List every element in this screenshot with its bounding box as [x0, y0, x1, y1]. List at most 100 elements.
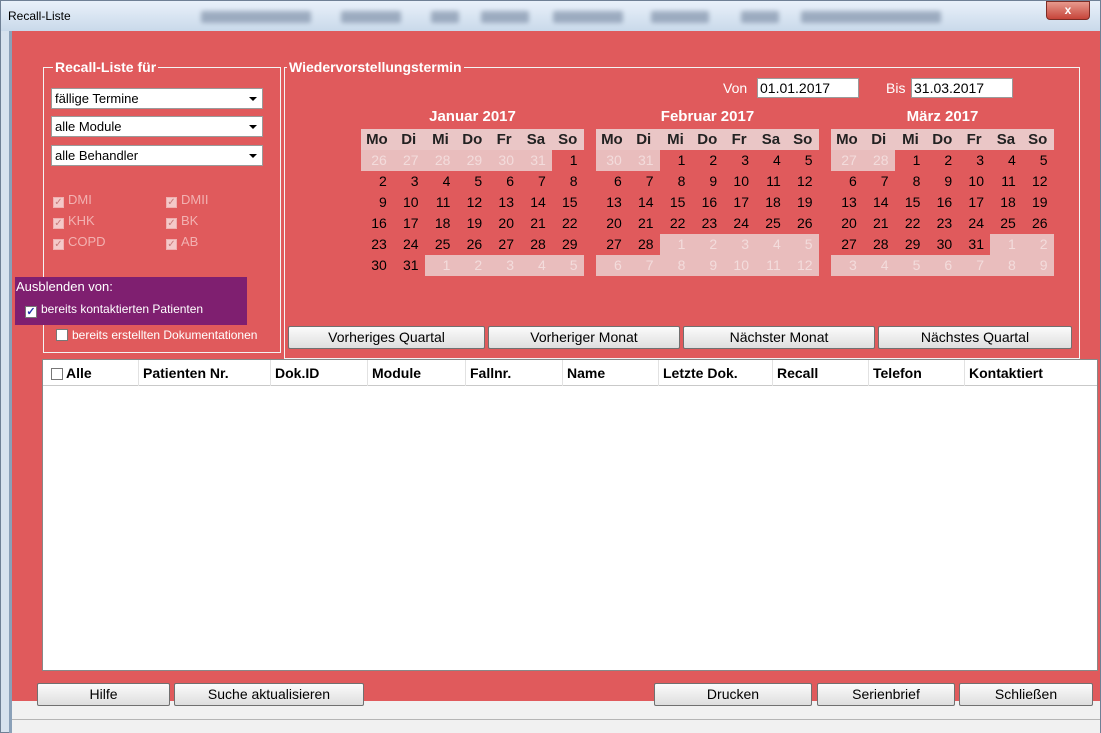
calendar-day[interactable]: 29 [895, 234, 927, 255]
calendar-day[interactable]: 27 [488, 234, 520, 255]
calendar-day-other-month[interactable]: 6 [596, 255, 628, 276]
calendar-day-other-month[interactable]: 28 [862, 150, 895, 171]
calendar-day[interactable]: 13 [488, 192, 520, 213]
calendar-day[interactable]: 14 [863, 192, 895, 213]
calendar-day[interactable]: 9 [691, 171, 723, 192]
hide-documented-checkbox[interactable]: bereits erstellten Dokumentationen [56, 327, 257, 343]
calendar-day[interactable]: 11 [990, 171, 1022, 192]
calendar-day[interactable]: 23 [691, 213, 723, 234]
calendar-day[interactable]: 25 [425, 234, 457, 255]
calendar-day[interactable]: 21 [520, 213, 552, 234]
calendar-day[interactable]: 28 [520, 234, 552, 255]
calendar-day-other-month[interactable]: 1 [659, 234, 692, 255]
calendar-day[interactable]: 7 [520, 171, 552, 192]
calendar-day[interactable]: 10 [723, 171, 755, 192]
calendar-day[interactable]: 19 [787, 192, 819, 213]
calendar-day[interactable]: 22 [552, 213, 584, 234]
calendar-day-other-month[interactable]: 28 [424, 150, 457, 171]
calendar-day-other-month[interactable]: 3 [831, 255, 863, 276]
calendar-day-other-month[interactable]: 9 [1021, 255, 1054, 276]
to-date-input[interactable]: 31.03.2017 [911, 78, 1013, 98]
calendar-day-other-month[interactable]: 11 [754, 255, 787, 276]
calendar-day-other-month[interactable]: 6 [926, 255, 959, 276]
calendar-day[interactable]: 13 [596, 192, 628, 213]
calendar-day[interactable]: 27 [596, 234, 628, 255]
calendar-day[interactable]: 2 [926, 150, 958, 171]
calendar-day[interactable]: 4 [425, 171, 457, 192]
calendar-day-other-month[interactable]: 5 [551, 255, 584, 276]
calendar-day[interactable]: 24 [958, 213, 990, 234]
calendar-day[interactable]: 24 [723, 213, 755, 234]
calendar-day-other-month[interactable]: 5 [894, 255, 927, 276]
module-checkbox-ab[interactable]: ✓ AB [166, 234, 198, 250]
module-checkbox-dmii[interactable]: ✓ DMII [166, 192, 208, 208]
calendar-day[interactable]: 1 [895, 150, 927, 171]
calendar-day[interactable]: 16 [926, 192, 958, 213]
calendar-day-other-month[interactable]: 27 [392, 150, 425, 171]
hide-contacted-checkbox[interactable]: ✓ bereits kontaktierten Patienten [25, 301, 203, 318]
calendar-day-other-month[interactable]: 26 [361, 150, 393, 171]
module-checkbox-dmi[interactable]: ✓ DMI [53, 192, 92, 208]
module-checkbox-khk[interactable]: ✓ KHK [53, 213, 95, 229]
select-all-checkbox[interactable]: Alle [43, 360, 139, 386]
calendar-day[interactable]: 27 [831, 234, 863, 255]
calendar-day[interactable]: 16 [691, 192, 723, 213]
calendar-day-other-month[interactable]: 4 [519, 255, 552, 276]
calendar-day[interactable]: 2 [691, 150, 723, 171]
calendar-day[interactable]: 3 [393, 171, 425, 192]
calendar-day[interactable]: 26 [1022, 213, 1054, 234]
calendar-day[interactable]: 26 [456, 234, 488, 255]
calendar-day[interactable]: 17 [723, 192, 755, 213]
calendar-day[interactable]: 29 [552, 234, 584, 255]
calendar-day-other-month[interactable]: 8 [989, 255, 1022, 276]
calendar-day[interactable]: 5 [1022, 150, 1054, 171]
calendar-day[interactable]: 11 [755, 171, 787, 192]
calendar-day[interactable]: 22 [660, 213, 692, 234]
calendar-day[interactable]: 1 [552, 150, 584, 171]
calendar-day[interactable]: 25 [755, 213, 787, 234]
column-header[interactable]: Module [368, 360, 466, 386]
calendar-day-other-month[interactable]: 7 [627, 255, 660, 276]
calendar-day-other-month[interactable]: 31 [519, 150, 552, 171]
calendar-day-other-month[interactable]: 31 [627, 150, 660, 171]
calendar-day-other-month[interactable]: 7 [958, 255, 990, 276]
close-button[interactable]: Schließen [959, 683, 1093, 706]
calendar-day[interactable]: 24 [393, 234, 425, 255]
column-header[interactable]: Fallnr. [466, 360, 563, 386]
calendar-day[interactable]: 9 [926, 171, 958, 192]
calendar-day[interactable]: 19 [1022, 192, 1054, 213]
recall-table[interactable]: Alle Patienten Nr. Dok.ID Module Fallnr.… [42, 359, 1098, 671]
module-checkbox-bk[interactable]: ✓ BK [166, 213, 198, 229]
refresh-search-button[interactable]: Suche aktualisieren [174, 683, 364, 706]
calendar-day[interactable]: 17 [958, 192, 990, 213]
module-checkbox-copd[interactable]: ✓ COPD [53, 234, 106, 250]
help-button[interactable]: Hilfe [37, 683, 170, 706]
calendar-day-other-month[interactable]: 9 [691, 255, 724, 276]
column-header[interactable]: Recall [773, 360, 869, 386]
calendar-day-other-month[interactable]: 29 [456, 150, 489, 171]
from-date-input[interactable]: 01.01.2017 [757, 78, 859, 98]
calendar-day-other-month[interactable]: 3 [488, 255, 520, 276]
serial-letter-button[interactable]: Serienbrief [817, 683, 955, 706]
calendar-day-other-month[interactable]: 5 [786, 234, 819, 255]
print-button[interactable]: Drucken [654, 683, 812, 706]
therapist-select[interactable]: alle Behandler [51, 145, 263, 166]
calendar-day-other-month[interactable]: 2 [691, 234, 724, 255]
calendar-day[interactable]: 5 [456, 171, 488, 192]
calendar-day-other-month[interactable]: 3 [723, 234, 755, 255]
calendar-day[interactable]: 16 [361, 213, 393, 234]
calendar-day[interactable]: 1 [660, 150, 692, 171]
calendar-day[interactable]: 23 [361, 234, 393, 255]
calendar-day-other-month[interactable]: 30 [488, 150, 520, 171]
calendar-day[interactable]: 15 [552, 192, 584, 213]
type-select[interactable]: fällige Termine [51, 88, 263, 109]
calendar-day[interactable]: 5 [787, 150, 819, 171]
calendar-day[interactable]: 8 [660, 171, 692, 192]
calendar-day[interactable]: 30 [361, 255, 393, 276]
calendar-day[interactable]: 15 [895, 192, 927, 213]
column-header[interactable]: Telefon [869, 360, 965, 386]
calendar-day-other-month[interactable]: 10 [723, 255, 755, 276]
calendar-day-other-month[interactable]: 1 [424, 255, 457, 276]
column-header[interactable]: Letzte Dok. [659, 360, 773, 386]
calendar-day[interactable]: 20 [831, 213, 863, 234]
